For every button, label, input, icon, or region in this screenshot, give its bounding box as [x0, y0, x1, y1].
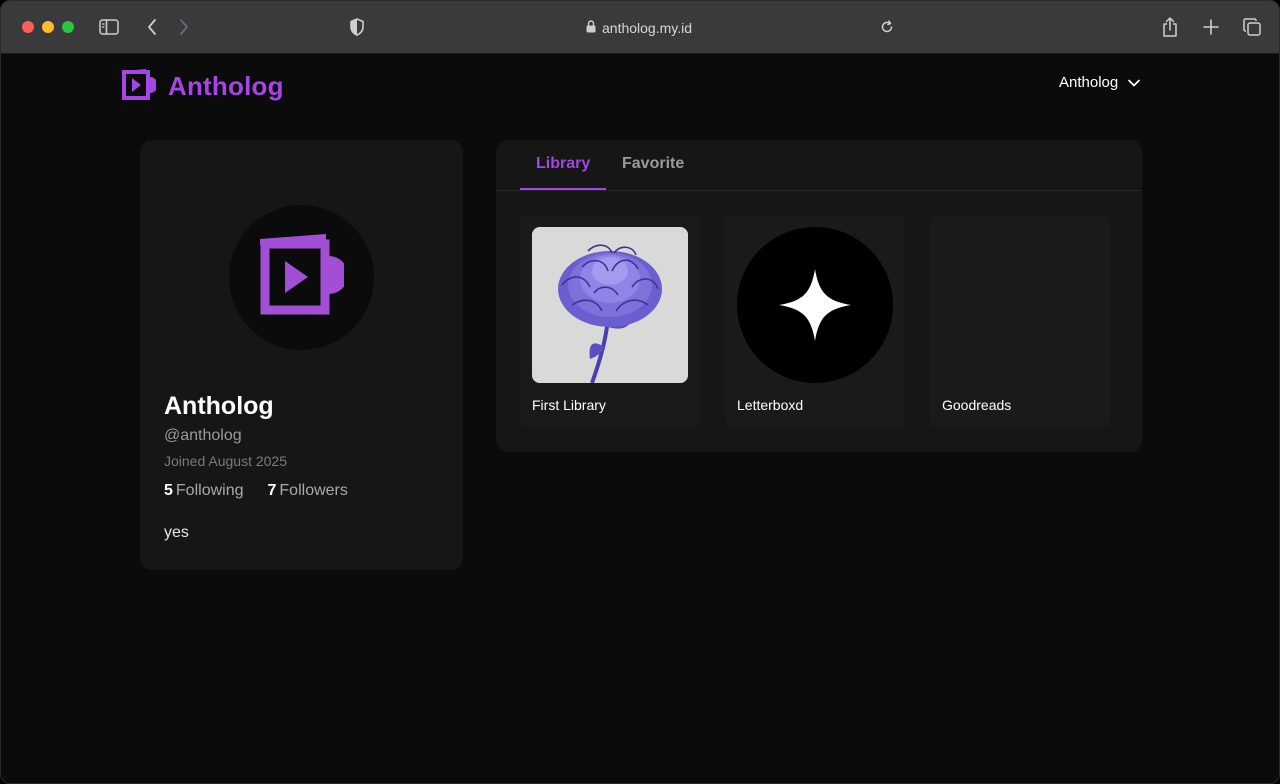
library-panel: Library Favorite First Library Letterbox…: [496, 140, 1142, 452]
followers-link[interactable]: 7 Followers: [268, 482, 348, 500]
brand-logo-link[interactable]: Antholog: [122, 68, 284, 105]
library-card-first-library[interactable]: First Library: [520, 215, 700, 428]
following-link[interactable]: 5 Following: [164, 482, 244, 500]
library-card-letterboxd[interactable]: Letterboxd: [725, 215, 905, 428]
following-label: Following: [175, 482, 244, 499]
user-menu-label: Antholog: [1059, 74, 1119, 91]
library-card-goodreads[interactable]: Goodreads: [930, 215, 1110, 428]
followers-label: Followers: [279, 482, 348, 499]
flower-drawing-icon: [532, 227, 688, 383]
browser-window: antholog.my.id Antholog Antholog Antholo…: [0, 0, 1280, 784]
browser-toolbar: antholog.my.id: [1, 1, 1279, 54]
library-card-label: First Library: [532, 397, 606, 413]
library-card-label: Goodreads: [942, 397, 1012, 413]
close-window-button[interactable]: [22, 21, 34, 33]
active-tab-indicator: [520, 188, 606, 190]
profile-name: Antholog: [164, 392, 274, 420]
minimize-window-button[interactable]: [42, 21, 54, 33]
forward-icon[interactable]: [172, 15, 196, 39]
profile-bio: yes: [164, 524, 189, 541]
brand-name: Antholog: [168, 71, 284, 101]
new-tab-icon[interactable]: [1199, 15, 1223, 39]
profile-handle: @antholog: [164, 427, 242, 444]
chevron-down-icon: [1128, 74, 1141, 91]
library-thumbnail: [532, 227, 688, 383]
address-bar[interactable]: antholog.my.id: [586, 18, 692, 38]
lock-icon: [586, 20, 596, 36]
reload-icon[interactable]: [875, 15, 899, 39]
tab-bar: Library Favorite: [496, 140, 1142, 191]
back-icon[interactable]: [140, 15, 164, 39]
page-content: Antholog Antholog Antholog @antholog Joi…: [1, 54, 1279, 783]
antholog-logo-icon: [259, 233, 348, 322]
antholog-logo-icon: [122, 68, 158, 105]
address-text: antholog.my.id: [602, 20, 693, 36]
avatar: [229, 205, 374, 350]
privacy-shield-icon[interactable]: [345, 15, 369, 39]
profile-card: Antholog @antholog Joined August 2025 5F…: [140, 140, 463, 570]
profile-joined-date: Joined August 2025: [164, 453, 287, 469]
library-thumbnail-empty: [942, 227, 1098, 383]
followers-count: 7: [267, 482, 277, 499]
library-thumbnail: [737, 227, 893, 383]
share-icon[interactable]: [1158, 15, 1182, 39]
library-card-label: Letterboxd: [737, 397, 804, 413]
sparkle-icon: [737, 227, 893, 383]
tab-favorite[interactable]: Favorite: [622, 155, 684, 173]
profile-stats: 5 Following 7 Followers: [164, 482, 348, 500]
zoom-window-button[interactable]: [62, 21, 74, 33]
tab-overview-icon[interactable]: [1240, 15, 1264, 39]
tab-library[interactable]: Library: [536, 155, 590, 173]
sidebar-toggle-icon[interactable]: [97, 15, 121, 39]
following-count: 5: [164, 482, 173, 499]
user-menu-dropdown[interactable]: Antholog: [1059, 74, 1141, 91]
